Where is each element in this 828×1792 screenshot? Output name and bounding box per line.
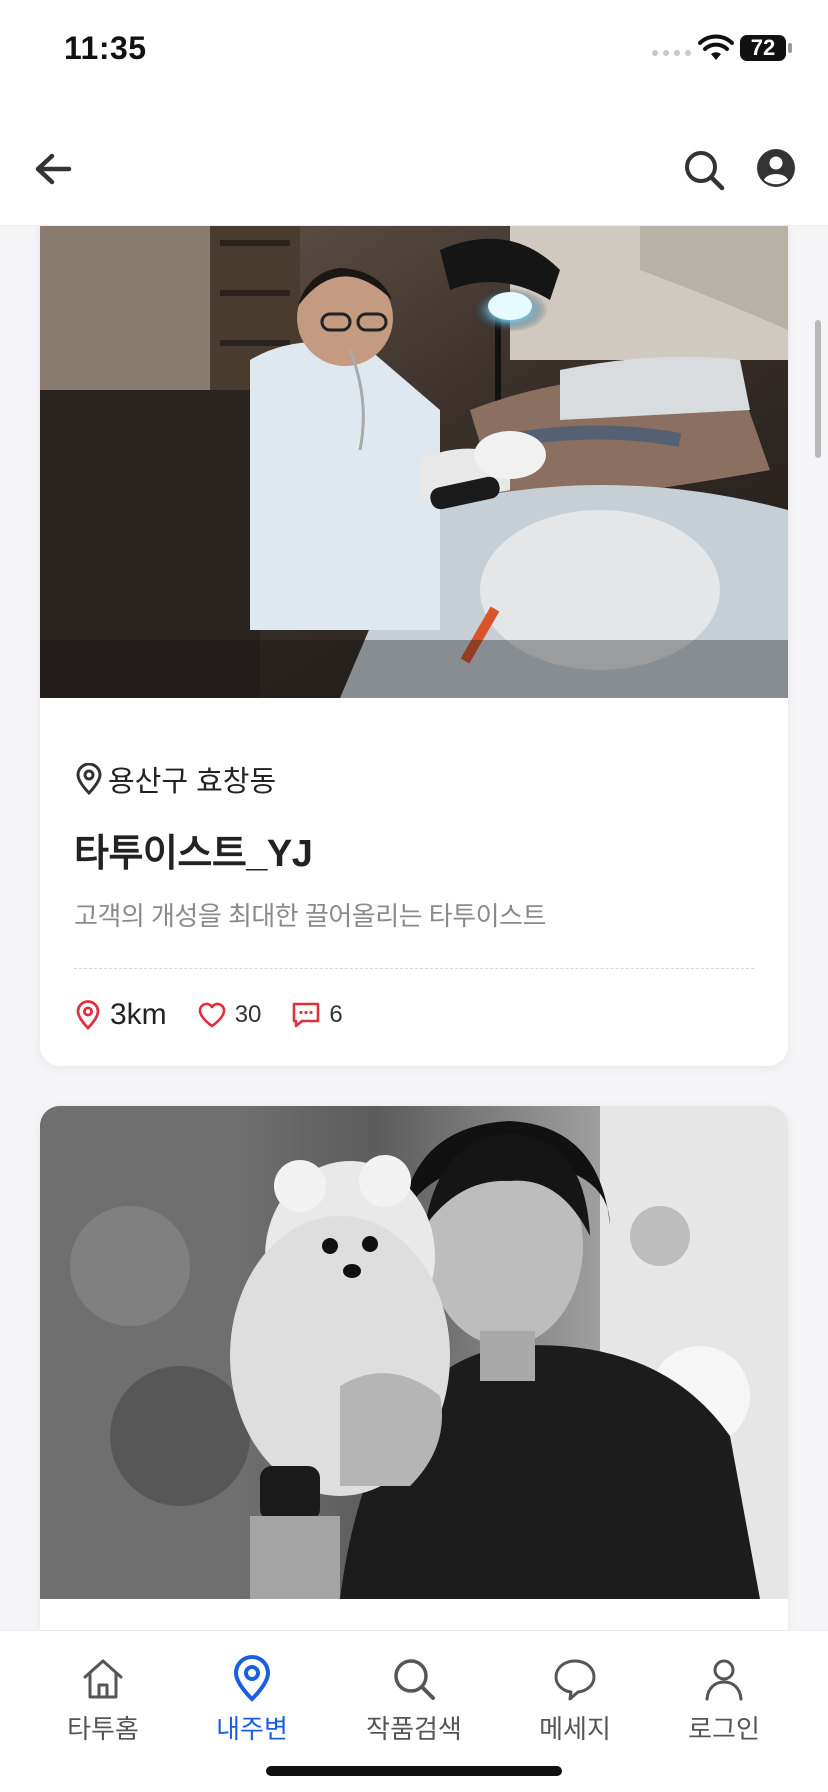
profile-button[interactable]: [756, 148, 796, 188]
arrow-left-icon: [35, 153, 72, 185]
app-header: [0, 100, 828, 226]
tab-label: 메세지: [539, 1714, 611, 1744]
artist-photo: [40, 1106, 788, 1599]
likes-stat[interactable]: 30: [197, 1001, 262, 1029]
comment-icon: [293, 1002, 320, 1028]
wifi-icon: [698, 34, 734, 60]
tab-home[interactable]: 타투홈: [48, 1655, 158, 1755]
status-bar: 11:35 72: [0, 0, 828, 100]
artist-card[interactable]: [40, 1106, 788, 1630]
location-row: 용산구 효창동: [74, 758, 276, 800]
tab-label: 내주변: [216, 1714, 288, 1744]
status-time: 11:35: [64, 30, 147, 66]
search-button[interactable]: [682, 148, 726, 192]
back-button[interactable]: [28, 146, 78, 192]
divider: [74, 968, 754, 969]
search-icon: [394, 1659, 435, 1700]
comments-count: 6: [329, 1001, 343, 1028]
artist-list[interactable]: 용산구 효창동 타투이스트_YJ 고객의 개성을 최대한 끌어올리는 타투이스트…: [0, 226, 828, 1630]
artist-stats: 3km 30 6: [74, 998, 373, 1032]
chat-bubble-icon: [554, 1659, 596, 1701]
battery-level: 72: [750, 35, 776, 60]
tab-label: 작품검색: [366, 1714, 462, 1744]
tab-search[interactable]: 작품검색: [359, 1655, 469, 1755]
heart-icon: [198, 1002, 225, 1028]
tab-messages[interactable]: 메세지: [520, 1655, 630, 1755]
artist-description: 고객의 개성을 최대한 끌어올리는 타투이스트: [74, 901, 546, 931]
location-text: 용산구 효창동: [108, 766, 277, 798]
person-icon: [705, 1659, 743, 1701]
artist-info: 용산구 효창동 타투이스트_YJ 고객의 개성을 최대한 끌어올리는 타투이스트…: [40, 698, 788, 1066]
app-screen: 11:35 72 용산구 효창동 타투이스트_YJ 고객의 개성을 최대한 끌어…: [0, 0, 828, 1792]
likes-count: 30: [234, 1001, 262, 1028]
map-pin-icon: [233, 1655, 271, 1702]
artist-name[interactable]: 타투이스트_YJ: [74, 822, 313, 877]
scroll-indicator[interactable]: [815, 320, 821, 458]
home-indicator: [266, 1766, 562, 1776]
tab-label: 로그인: [688, 1714, 760, 1744]
artist-card[interactable]: 용산구 효창동 타투이스트_YJ 고객의 개성을 최대한 끌어올리는 타투이스트…: [40, 226, 788, 1066]
battery-cap: [788, 43, 792, 53]
cellular-signal-icon: [652, 50, 691, 56]
tab-login[interactable]: 로그인: [669, 1655, 779, 1755]
home-icon: [83, 1659, 123, 1699]
tab-label: 타투홈: [67, 1714, 139, 1744]
comments-stat[interactable]: 6: [291, 1001, 343, 1029]
map-pin-icon: [76, 1000, 100, 1030]
map-pin-icon: [76, 763, 102, 795]
distance-stat: 3km: [74, 998, 167, 1032]
tab-nearby[interactable]: 내주변: [197, 1655, 307, 1755]
artist-photo: [40, 226, 788, 698]
battery-icon: 72: [740, 35, 786, 61]
distance-value: 3km: [110, 998, 167, 1031]
